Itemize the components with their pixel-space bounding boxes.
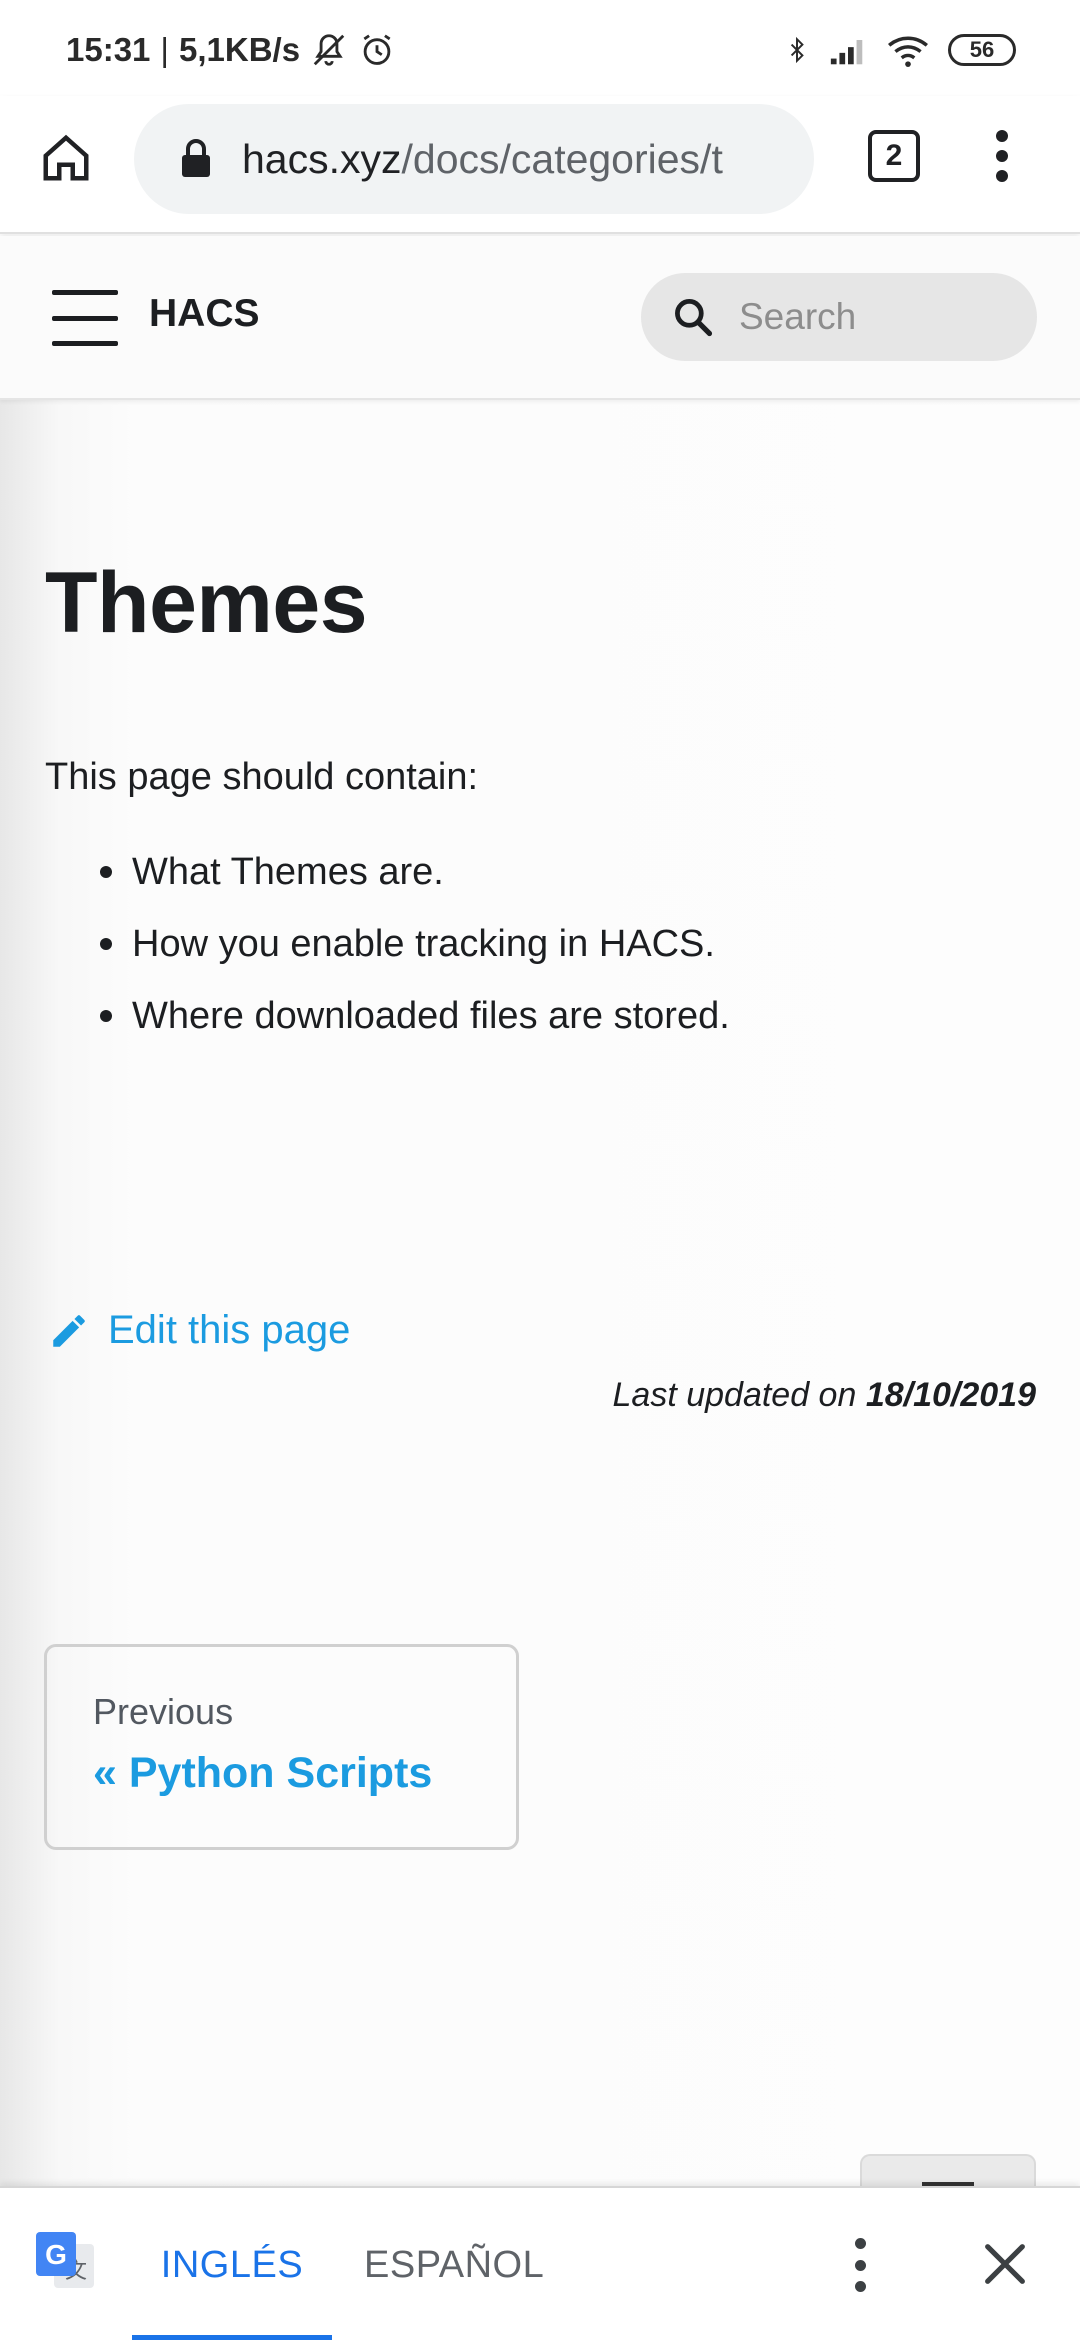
content-list: What Themes are. How you enable tracking… — [90, 836, 730, 1052]
pager-label: « Python Scripts — [93, 1749, 433, 1797]
svg-text:G: G — [45, 2239, 67, 2270]
browser-toolbar: hacs.xyz/docs/categories/t 2 — [0, 96, 1080, 234]
list-item: What Themes are. — [90, 836, 730, 908]
search-input[interactable] — [739, 296, 999, 338]
tab-target-language[interactable]: ESPAÑOL — [364, 2188, 544, 2340]
menu-dot-icon — [854, 2281, 866, 2292]
site-navbar: HACS — [0, 236, 1080, 400]
address-bar[interactable]: hacs.xyz/docs/categories/t — [134, 104, 814, 214]
tab-switcher-button[interactable]: 2 — [868, 130, 920, 182]
home-button[interactable] — [34, 126, 98, 190]
list-item-text: Where downloaded files are stored. — [132, 995, 730, 1037]
site-brand[interactable]: HACS — [149, 292, 260, 336]
url-host: hacs.xyz — [242, 135, 402, 182]
menu-dot-icon — [996, 130, 1008, 142]
translate-options-button[interactable] — [852, 2238, 868, 2292]
battery-level: 56 — [969, 37, 995, 62]
url-text: hacs.xyz/docs/categories/t — [242, 136, 723, 183]
bluetooth-icon — [790, 36, 804, 64]
bell-off-icon — [313, 34, 345, 66]
bullet-icon — [100, 866, 112, 878]
browser-menu-button[interactable] — [982, 130, 1022, 182]
url-path: /docs/categories/t — [401, 135, 723, 182]
menu-dot-icon — [996, 170, 1008, 182]
lock-icon — [182, 139, 210, 177]
hamburger-menu-icon[interactable] — [52, 290, 118, 346]
search-icon — [675, 299, 713, 337]
list-item-text: How you enable tracking in HACS. — [132, 923, 715, 965]
tab-count: 2 — [885, 139, 903, 172]
hamburger-line — [52, 315, 118, 321]
last-updated-date: 18/10/2019 — [865, 1376, 1036, 1414]
menu-dot-icon — [854, 2238, 866, 2249]
signal-icon — [830, 40, 863, 65]
hamburger-line — [52, 341, 118, 346]
network-speed: 5,1KB/s — [178, 31, 301, 68]
tab-source-language[interactable]: INGLÉS — [132, 2188, 332, 2340]
edit-page-link[interactable]: Edit this page — [48, 1308, 350, 1353]
alarm-icon — [363, 34, 391, 65]
home-icon — [43, 134, 89, 181]
pager-sublabel: Previous — [93, 1691, 234, 1732]
bullet-icon — [100, 1010, 112, 1022]
google-translate-icon: 文 G — [36, 2232, 94, 2288]
bullet-icon — [100, 938, 112, 950]
pencil-icon — [53, 1314, 85, 1347]
hamburger-line — [52, 290, 118, 295]
last-updated-prefix: Last updated on — [612, 1376, 866, 1414]
list-item: How you enable tracking in HACS. — [90, 908, 730, 980]
status-left: 15:31 | 5,1KB/s — [66, 26, 396, 74]
status-bar: 15:31 | 5,1KB/s 56 — [0, 0, 1080, 96]
site-search[interactable] — [641, 273, 1037, 361]
intro-text: This page should contain: — [45, 756, 479, 798]
status-time: 15:31 — [66, 31, 151, 68]
status-right: 56 — [784, 26, 1016, 74]
translate-bar: 文 G INGLÉS ESPAÑOL — [0, 2186, 1080, 2340]
edit-page-label: Edit this page — [108, 1308, 351, 1352]
wifi-icon — [888, 36, 928, 67]
menu-dot-icon — [854, 2259, 866, 2271]
web-page: HACS Themes This page should contain: Wh… — [0, 236, 1080, 2194]
last-updated: Last updated on 18/10/2019 — [613, 1376, 1037, 1415]
previous-page-button[interactable]: Previous « Python Scripts — [44, 1644, 519, 1850]
list-item: Where downloaded files are stored. — [90, 980, 730, 1052]
list-item-text: What Themes are. — [132, 851, 444, 893]
page-title: Themes — [45, 555, 368, 651]
menu-dot-icon — [996, 150, 1008, 162]
status-separator: | — [160, 31, 169, 68]
close-icon[interactable] — [979, 2238, 1031, 2290]
battery-icon: 56 — [948, 34, 1016, 66]
